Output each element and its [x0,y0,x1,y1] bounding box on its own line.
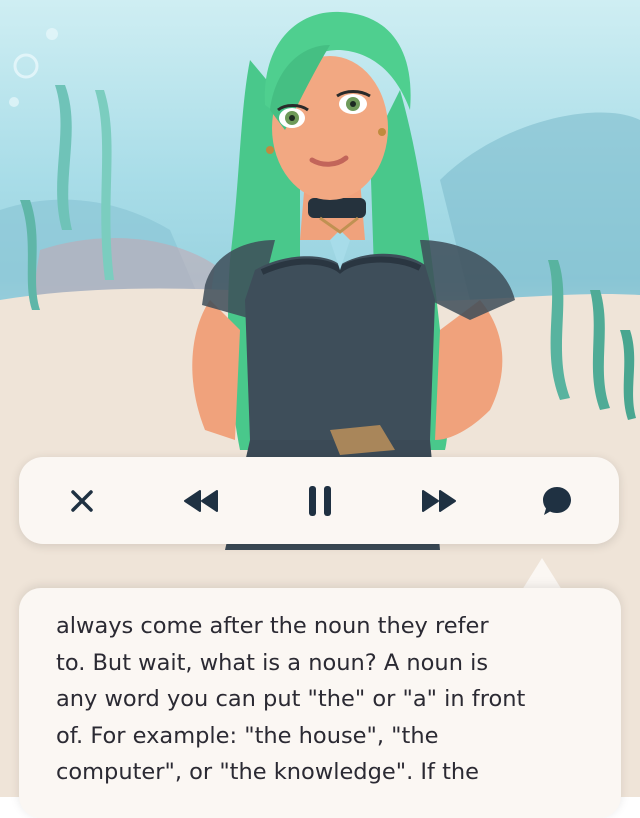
speech-line: always come after the noun they refer [56,613,489,639]
chat-button[interactable] [532,476,582,526]
playback-controls-bar [19,457,619,544]
chat-bubble-icon [543,487,571,515]
speech-line: to. But wait, what is a noun? A noun is [56,649,489,676]
fast-forward-icon [422,490,456,512]
pause-icon [309,486,331,516]
rewind-icon [184,490,218,512]
speech-bubble: always come after the noun they refer to… [19,588,621,818]
speech-line: computer", or "the knowledge". If the [56,759,480,785]
pause-button[interactable] [295,476,345,526]
speech-bubble-tail [522,558,562,590]
speech-line: any word you can put "the" or "a" in fro… [56,686,526,712]
speech-text: always come after the noun they refer to… [56,608,616,791]
speech-line: of. For example: "the house", "the [56,722,439,749]
close-icon [71,490,93,512]
close-button[interactable] [57,476,107,526]
fast-forward-button[interactable] [414,476,464,526]
rewind-button[interactable] [176,476,226,526]
